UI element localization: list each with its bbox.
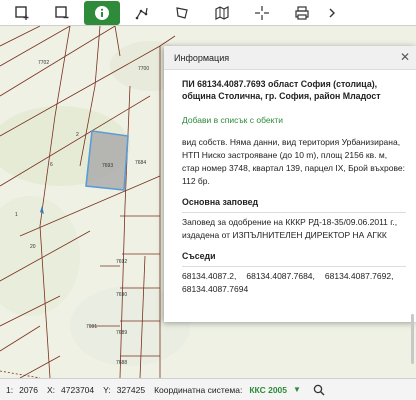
parcel-label: 7692 [116, 259, 127, 265]
parcel-label: 7684 [135, 160, 146, 166]
print-icon [295, 5, 309, 20]
parcel-label: 20 [30, 244, 36, 250]
neighbor-item: 68134.4087.7694 [182, 284, 249, 294]
deselect-area-icon [55, 5, 69, 18]
parcel-label: 7689 [116, 330, 127, 336]
property-description: вид собств. Няма данни, вид територия Ур… [182, 137, 405, 186]
coordinate-system-value[interactable]: ККС 2005 [249, 385, 287, 395]
parcel-label: 1 [15, 212, 18, 218]
close-icon[interactable]: ✕ [400, 51, 410, 63]
status-bar: 1: 2076 X: 4723704 Y: 327425 Координатна… [0, 378, 416, 400]
x-value[interactable]: 4723704 [58, 383, 97, 397]
x-coordinate-field: X: 4723704 [47, 383, 97, 397]
x-label: X: [47, 384, 56, 395]
order-section-title: Основна заповед [182, 196, 406, 213]
parcel-label: 2 [76, 132, 79, 138]
popup-body: ПИ 68134.4087.7693 област София (столица… [164, 70, 416, 296]
chevron-down-icon[interactable]: ▼ [293, 385, 301, 394]
popup-title: Информация [174, 52, 230, 63]
y-label: Y: [103, 384, 111, 395]
parcel-label: 7688 [116, 360, 127, 366]
parcel-label: 6 [50, 162, 53, 168]
select-area-icon [15, 5, 29, 20]
info-tool-button[interactable] [84, 0, 120, 25]
popup-header: Информация ✕ [164, 46, 416, 70]
selected-parcel-7693[interactable] [85, 130, 129, 191]
crosshair-icon [255, 5, 269, 20]
scale-field: 1: 2076 [6, 383, 41, 397]
neighbor-item: 68134.4087.7684, [246, 271, 315, 281]
popup-scrollbar[interactable] [411, 314, 414, 364]
chevron-right-icon [329, 8, 335, 17]
neighbor-item: 68134.4087.2, [182, 271, 237, 281]
add-to-list-link[interactable]: Добави в списък с обекти [182, 114, 406, 127]
print-button[interactable] [284, 1, 320, 25]
measure-polygon-icon [176, 6, 188, 19]
parcel-label: 7693 [102, 163, 113, 169]
measure-polygon-button[interactable] [164, 1, 200, 25]
y-coordinate-field: Y: 327425 [103, 383, 148, 397]
property-title: ПИ 68134.4087.7693 област София (столица… [182, 79, 381, 101]
parcel-label: 7702 [38, 60, 49, 66]
info-popup: Информация ✕ ПИ 68134.4087.7693 област С… [164, 46, 416, 364]
search-button[interactable] [313, 384, 325, 396]
scale-label: 1: [6, 384, 14, 395]
parcel-label: 7690 [116, 292, 127, 298]
deselect-area-button[interactable] [44, 1, 80, 25]
neighbors-list: 68134.4087.2, 68134.4087.7684, 68134.408… [182, 270, 406, 296]
scale-value[interactable]: 2076 [16, 383, 41, 397]
select-area-button[interactable] [4, 1, 40, 25]
map-layers-icon [215, 5, 229, 20]
map-toolbar [0, 0, 416, 26]
draw-line-icon [135, 7, 148, 19]
map-layers-button[interactable] [204, 1, 240, 25]
neighbor-item: 68134.4087.7692, [324, 271, 394, 281]
neighbors-section-title: Съседи [182, 250, 406, 267]
order-text: Заповед за одобрение на КККР РД-18-35/09… [182, 217, 398, 240]
crosshair-button[interactable] [244, 1, 280, 25]
y-value[interactable]: 327425 [114, 383, 148, 397]
more-tools-button[interactable] [324, 1, 340, 25]
coordinate-system-field[interactable]: Координатна система: ККС 2005 ▼ [154, 385, 301, 395]
parcel-label: 7691 [86, 324, 97, 330]
search-icon [313, 384, 325, 395]
info-icon [95, 5, 109, 20]
draw-line-button[interactable] [124, 1, 160, 25]
coordinate-system-label: Координатна система: [154, 384, 243, 395]
parcel-label: 7700 [138, 66, 149, 72]
